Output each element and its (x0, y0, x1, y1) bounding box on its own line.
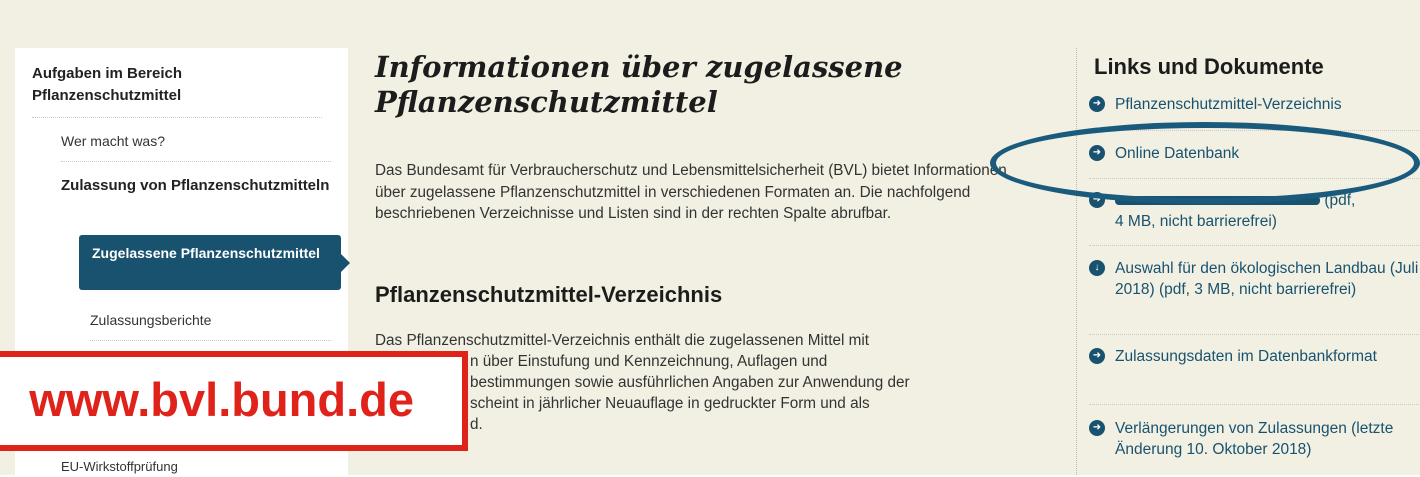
link-pflanzenschutzmittel-verzeichnis[interactable]: ➜ Pflanzenschutzmittel-Verzeichnis (1089, 94, 1419, 115)
link-zulassungsdaten[interactable]: ➜ Zulassungsdaten im Datenbankformat (1089, 346, 1419, 367)
page-title: Informationen über zugelassene Pflanzens… (375, 50, 903, 119)
section-text-line: n über Einstufung und Kennzeichnung, Auf… (470, 353, 828, 370)
sidebar-item-zulassung[interactable]: Zulassung von Pflanzenschutzmitteln (61, 175, 331, 196)
sidebar-heading[interactable]: Aufgaben im Bereich Pflanzenschutzmittel (32, 63, 322, 118)
download-icon: ↓ (1089, 260, 1105, 276)
highlight-ellipse (990, 122, 1420, 204)
arrow-right-icon: ➜ (1089, 420, 1105, 436)
page: Aufgaben im Bereich Pflanzenschutzmittel… (0, 0, 1420, 475)
links-and-documents-panel: Links und Dokumente ➜ Pflanzenschutzmitt… (1076, 48, 1420, 475)
link-label: Auswahl für den ökologischen Landbau (Ju… (1115, 260, 1419, 298)
nav-divider (61, 161, 331, 162)
nav-divider (90, 340, 331, 341)
intro-paragraph: Das Bundesamt für Verbraucherschutz und … (375, 162, 1007, 222)
link-label: Pflanzenschutzmittel-Verzeichnis (1115, 96, 1342, 113)
url-banner-text: www.bvl.bund.de (29, 373, 414, 426)
link-verlaengerungen[interactable]: ➜ Verlängerungen von Zulassungen (letzte… (1089, 418, 1419, 460)
link-divider (1089, 334, 1419, 335)
section-text-line: bestimmungen sowie ausführlichen Angaben… (470, 374, 910, 391)
arrow-right-icon: ➜ (1089, 348, 1105, 364)
link-label: Zulassungsdaten im Datenbankformat (1115, 348, 1377, 365)
section-title: Pflanzenschutzmittel-Verzeichnis (375, 282, 723, 307)
section-text-line: scheint in jährlicher Neuauflage in gedr… (470, 395, 870, 412)
link-oekologischer-landbau[interactable]: ↓ Auswahl für den ökologischen Landbau (… (1089, 258, 1419, 300)
sidebar-item-zugelassene-active[interactable]: Zugelassene Pflanzenschutzmittel (79, 235, 350, 290)
section-text-line: d. (470, 416, 483, 433)
sidebar-item-eu-wirkstoffpruefung[interactable]: EU-Wirkstoffprüfung (61, 456, 331, 477)
link-divider (1089, 404, 1419, 405)
links-panel-title: Links und Dokumente (1094, 54, 1324, 79)
sidebar-item-zulassungsberichte[interactable]: Zulassungsberichte (90, 310, 360, 331)
link-label-line2: 4 MB, nicht barrierefrei) (1115, 213, 1277, 230)
link-label: Verlängerungen von Zulassungen (letzte Ä… (1115, 420, 1394, 458)
arrow-right-icon: ➜ (1089, 96, 1105, 112)
sidebar-item-wer-macht-was[interactable]: Wer macht was? (61, 131, 331, 152)
section-text-line: Das Pflanzenschutzmittel-Verzeichnis ent… (375, 332, 869, 349)
link-divider (1089, 245, 1419, 246)
